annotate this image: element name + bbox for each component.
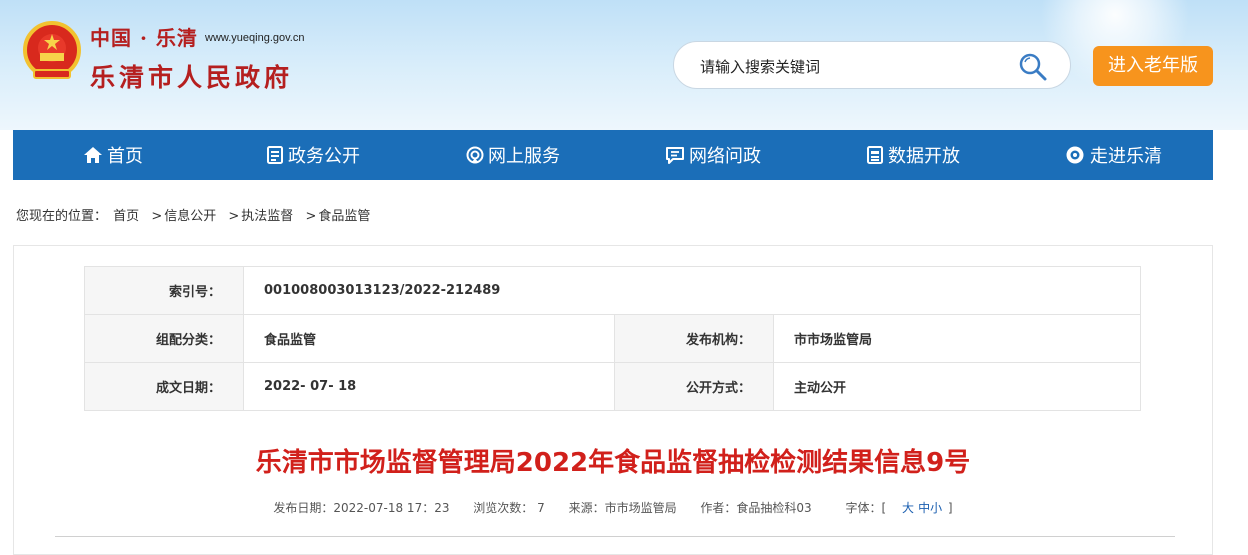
data-icon (867, 146, 883, 164)
font-size-end: ] (947, 501, 953, 515)
nav-item-home[interactable]: 首页 (13, 130, 213, 180)
nav-label: 网络问政 (689, 146, 761, 167)
article-meta: 发布日期：2022-07-18 17：23 浏览次数： 7 来源：市市场监管局 … (0, 499, 1226, 516)
category-label: 组配分类： (84, 314, 244, 363)
home-icon (84, 147, 102, 163)
date-value: 2022- 07- 18 (243, 362, 615, 411)
document-icon (267, 146, 283, 164)
nav-label: 网上服务 (488, 146, 560, 167)
nav-item-government-affairs[interactable]: 政务公开 (213, 130, 413, 180)
site-prefix: 中国 · 乐清 (90, 26, 198, 50)
site-name: 乐清市人民政府 (90, 63, 294, 92)
breadcrumb-info-public[interactable]: 信息公开 (164, 209, 216, 224)
table-row: 组配分类： 食品监管 发布机构： 市市场监管局 (84, 314, 1141, 363)
date-label: 成文日期： (84, 362, 244, 411)
eye-icon (1066, 146, 1084, 164)
view-count: 浏览次数： 7 (473, 501, 545, 515)
nav-label: 政务公开 (288, 146, 360, 167)
nav-label: 首页 (107, 146, 143, 167)
index-value: 001008003013123/2022-212489 (243, 266, 1141, 315)
font-size-label: 字体：[ (845, 501, 887, 515)
open-mode-label: 公开方式： (614, 362, 774, 411)
breadcrumb-home[interactable]: 首页 (113, 209, 139, 224)
font-small-link[interactable]: 小 (930, 501, 942, 515)
search-input[interactable] (698, 54, 1022, 80)
breadcrumb-separator: > (305, 209, 317, 224)
font-medium-link[interactable]: 中 (918, 501, 930, 515)
metadata-table: 索引号： 001008003013123/2022-212489 组配分类： 食… (84, 266, 1141, 411)
nav-item-about-yueqing[interactable]: 走进乐清 (1013, 130, 1213, 180)
breadcrumb-law-enforcement[interactable]: 执法监督 (241, 209, 293, 224)
nav-label: 走进乐清 (1090, 146, 1162, 167)
article-title: 乐清市市场监督管理局2022年食品监督抽检检测结果信息9号 (255, 448, 971, 478)
index-label: 索引号： (84, 266, 244, 315)
font-size-control: 字体：[ 大中小 ] (836, 501, 953, 515)
breadcrumb-separator: > (151, 209, 163, 224)
nav-item-open-data[interactable]: 数据开放 (813, 130, 1013, 180)
main-nav: 首页 政务公开 网上服务 网络问政 数据开放 走进乐清 (13, 130, 1213, 180)
search-icon[interactable] (1018, 52, 1048, 82)
site-url: www.yueqing.gov.cn (205, 32, 305, 44)
service-icon (466, 146, 484, 164)
elder-mode-button[interactable]: 进入老年版 (1093, 46, 1213, 86)
publish-date: 发布日期：2022-07-18 17：23 (273, 501, 450, 515)
nav-label: 数据开放 (888, 146, 960, 167)
nav-item-online-inquiry[interactable]: 网络问政 (613, 130, 813, 180)
search-box (673, 41, 1071, 89)
article-author: 作者：食品抽检科03 (700, 501, 812, 515)
breadcrumb-separator: > (228, 209, 240, 224)
divider (55, 536, 1175, 537)
publisher-value: 市市场监管局 (773, 314, 1141, 363)
table-row: 索引号： 001008003013123/2022-212489 (84, 266, 1141, 315)
header: 中国 · 乐清 www.yueqing.gov.cn 乐清市人民政府 进入老年版 (0, 0, 1248, 130)
article-source: 来源：市市场监管局 (568, 501, 677, 515)
table-row: 成文日期： 2022- 07- 18 公开方式： 主动公开 (84, 362, 1141, 411)
breadcrumb-food-supervision[interactable]: 食品监管 (318, 209, 370, 224)
breadcrumb-prefix: 您现在的位置： (16, 209, 108, 224)
nav-item-online-services[interactable]: 网上服务 (413, 130, 613, 180)
publisher-label: 发布机构： (614, 314, 774, 363)
category-value: 食品监管 (243, 314, 615, 363)
national-emblem-icon (23, 21, 81, 79)
breadcrumb: 您现在的位置： 首页 > 信息公开 > 执法监督 > 食品监管 (16, 205, 372, 224)
chat-icon (666, 147, 684, 164)
open-mode-value: 主动公开 (773, 362, 1141, 411)
font-large-link[interactable]: 大 (902, 501, 914, 515)
